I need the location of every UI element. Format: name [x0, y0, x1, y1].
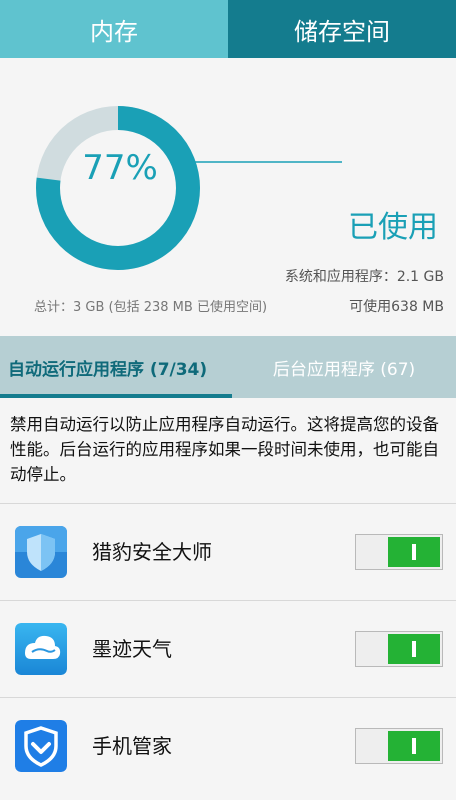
memory-usage-donut	[36, 106, 342, 270]
used-label: 已使用	[348, 210, 438, 245]
tab-storage[interactable]: 储存空间	[228, 0, 456, 58]
app-name: 手机管家	[92, 734, 172, 758]
toggle-on-indicator	[388, 537, 440, 567]
app-row[interactable]: 猎豹安全大师	[0, 504, 456, 600]
shield-icon	[15, 526, 67, 578]
toggle-on-indicator	[388, 731, 440, 761]
autorun-toggle[interactable]	[355, 534, 443, 570]
system-apps-usage: 系统和应用程序：2.1 GB	[284, 269, 444, 285]
memory-usage-panel: 77% 已使用 系统和应用程序：2.1 GB 可使用638 MB	[0, 58, 456, 336]
app-row[interactable]: 手机管家	[0, 698, 456, 794]
autorun-toggle[interactable]	[355, 728, 443, 764]
tab-memory[interactable]: 内存	[0, 0, 228, 58]
toggle-on-indicator	[388, 634, 440, 664]
app-name: 猎豹安全大师	[92, 540, 212, 564]
available-memory: 可使用638 MB	[349, 299, 444, 315]
weather-cloud-icon	[15, 623, 67, 675]
top-tabs: 内存 储存空间	[0, 0, 456, 58]
app-row[interactable]: 墨迹天气	[0, 601, 456, 697]
tab-autorun-apps[interactable]: 自动运行应用程序 (7/34)	[0, 336, 232, 398]
tab-background-apps[interactable]: 后台应用程序 (67)	[232, 336, 456, 398]
usage-percent: 77%	[82, 148, 158, 188]
app-name: 墨迹天气	[92, 637, 172, 661]
total-memory: 总计：3 GB (包括 238 MB 已使用空间)	[34, 300, 268, 315]
sub-tabs: 自动运行应用程序 (7/34) 后台应用程序 (67)	[0, 336, 456, 398]
autorun-toggle[interactable]	[355, 631, 443, 667]
autorun-description: 禁用自动运行以防止应用程序自动运行。这将提高您的设备性能。后台运行的应用程序如果…	[10, 415, 439, 484]
guard-shield-icon	[15, 720, 67, 772]
